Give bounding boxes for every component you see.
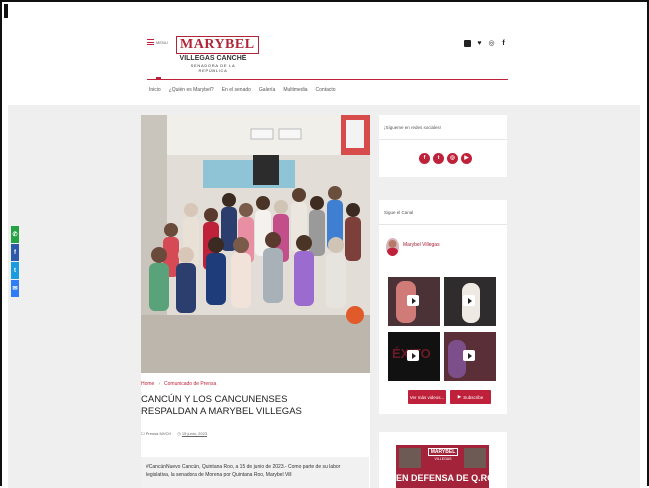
channel-widget-title: Sigue el Canal xyxy=(384,210,414,215)
web-page: MENU MARYBEL VILLEGAS CANCHÉ SENADORA DE… xyxy=(8,4,640,488)
social-widget: ¡Sígueme en redes sociales! f t ◎ ▶ xyxy=(379,115,507,177)
banner-widget: MARYBEL VILLEGAS EN DEFENSA DE Q.ROO xyxy=(379,432,507,488)
article-excerpt: #CancúnNuevo Cancún, Quintana Roo, a 15 … xyxy=(141,457,369,488)
play-icon xyxy=(407,350,419,361)
hamburger-icon xyxy=(147,39,154,45)
more-videos-button[interactable]: Ver más videos... xyxy=(408,390,446,404)
main-nav: Inicio ¿Quién es Marybel? En el senado G… xyxy=(149,87,336,93)
breadcrumb-category[interactable]: Comunicado de Prensa xyxy=(164,381,216,387)
facebook-icon: f xyxy=(423,155,426,161)
logo-tagline: SENADORA DE LA REPÚBLICA xyxy=(190,63,236,73)
avatar-illustration xyxy=(387,240,398,256)
instagram-button[interactable]: ◎ xyxy=(447,153,458,164)
widget-divider xyxy=(379,224,507,225)
menu-button[interactable]: MENU xyxy=(147,39,168,45)
nav-item-quien-es[interactable]: ¿Quién es Marybel? xyxy=(169,87,214,93)
video-thumbnail[interactable] xyxy=(444,332,496,381)
play-icon xyxy=(407,295,419,306)
menu-label: MENU xyxy=(156,39,168,45)
article-card: Home › Comunicado de Prensa CANCÚN Y LOS… xyxy=(141,115,370,488)
banner-logo: MARYBEL xyxy=(428,448,458,456)
article-author[interactable]: ☐ Prensa MVCH xyxy=(141,431,171,436)
breadcrumb-home[interactable]: Home xyxy=(141,381,154,387)
facebook-share-button[interactable]: f xyxy=(11,244,19,261)
youtube-icon: ▶ xyxy=(457,394,462,399)
logo-name: MARYBEL xyxy=(176,36,259,54)
banner-logo-sub: VILLEGAS xyxy=(434,457,452,461)
browser-frame: MENU MARYBEL VILLEGAS CANCHÉ SENADORA DE… xyxy=(0,0,649,488)
twitter-icon: t xyxy=(437,155,440,161)
whatsapp-icon: ✆ xyxy=(12,232,18,238)
site-logo[interactable]: MARYBEL VILLEGAS CANCHÉ SENADORA DE LA R… xyxy=(176,35,272,73)
messenger-share-button[interactable]: ✉ xyxy=(11,280,19,297)
article-photo[interactable] xyxy=(141,115,370,373)
subscribe-button[interactable]: ▶ Subscribe xyxy=(450,390,491,404)
youtube-channel-widget: Sigue el Canal Marybel Villegas ÉXITO xyxy=(379,200,507,414)
clock-icon: ◷ xyxy=(177,431,181,436)
nav-item-senado[interactable]: En el senado xyxy=(222,87,251,93)
logo-subname: VILLEGAS CANCHÉ xyxy=(179,55,247,62)
twitter-icon: t xyxy=(14,267,16,274)
instagram-icon[interactable] xyxy=(464,40,471,47)
youtube-icon: ▶ xyxy=(464,155,469,161)
widget-divider xyxy=(379,139,507,140)
play-icon xyxy=(463,295,475,306)
twitter-icon[interactable]: ♥ xyxy=(476,40,483,47)
facebook-icon[interactable]: f xyxy=(500,40,507,47)
social-widget-title: ¡Sígueme en redes sociales! xyxy=(384,125,442,130)
site-header: MENU MARYBEL VILLEGAS CANCHÉ SENADORA DE… xyxy=(8,4,640,105)
video-thumbnail[interactable]: ÉXITO xyxy=(388,332,440,381)
nav-item-multimedia[interactable]: Multimedia xyxy=(283,87,307,93)
breadcrumb: Home › Comunicado de Prensa xyxy=(141,381,216,387)
instagram-icon: ◎ xyxy=(450,155,455,161)
video-thumbnail[interactable] xyxy=(388,277,440,326)
instagram-outline-icon[interactable]: ◎ xyxy=(488,40,495,47)
group-photo-illustration xyxy=(141,115,370,373)
header-social-links: ♥ ◎ f xyxy=(464,40,507,47)
play-icon xyxy=(463,350,475,361)
article-date: ◷ 15 junio, 2023 xyxy=(177,431,207,436)
facebook-button[interactable]: f xyxy=(419,153,430,164)
nav-item-contacto[interactable]: Contacto xyxy=(316,87,336,93)
facebook-icon: f xyxy=(14,249,16,256)
twitter-share-button[interactable]: t xyxy=(11,262,19,279)
channel-name[interactable]: Marybel Villegas xyxy=(403,242,440,248)
nav-item-inicio[interactable]: Inicio xyxy=(149,87,161,93)
banner-photo xyxy=(464,448,486,468)
banner-text: EN DEFENSA DE Q.ROO xyxy=(396,473,489,483)
youtube-button[interactable]: ▶ xyxy=(461,153,472,164)
share-bar: ✆ f t ✉ xyxy=(11,226,19,297)
nav-item-galeria[interactable]: Galería xyxy=(259,87,275,93)
breadcrumb-separator: › xyxy=(158,381,161,387)
active-indicator xyxy=(156,77,161,79)
user-icon: ☐ xyxy=(141,431,145,436)
header-divider xyxy=(147,79,508,80)
video-thumbnail[interactable] xyxy=(444,277,496,326)
article-title[interactable]: CANCÚN Y LOS CANCUNENSES RESPALDAN A MAR… xyxy=(141,394,346,418)
subscribe-label: Subscribe xyxy=(463,394,484,400)
banner-photo xyxy=(399,448,421,468)
twitter-button[interactable]: t xyxy=(433,153,444,164)
author-name: Prensa MVCH xyxy=(145,431,172,436)
whatsapp-share-button[interactable]: ✆ xyxy=(11,226,19,243)
messenger-icon: ✉ xyxy=(12,286,18,292)
article-meta: ☐ Prensa MVCH ◷ 15 junio, 2023 xyxy=(141,431,207,436)
channel-avatar[interactable] xyxy=(386,238,399,256)
date-text: 15 junio, 2023 xyxy=(181,431,208,436)
promo-banner[interactable]: MARYBEL VILLEGAS EN DEFENSA DE Q.ROO xyxy=(396,445,489,488)
